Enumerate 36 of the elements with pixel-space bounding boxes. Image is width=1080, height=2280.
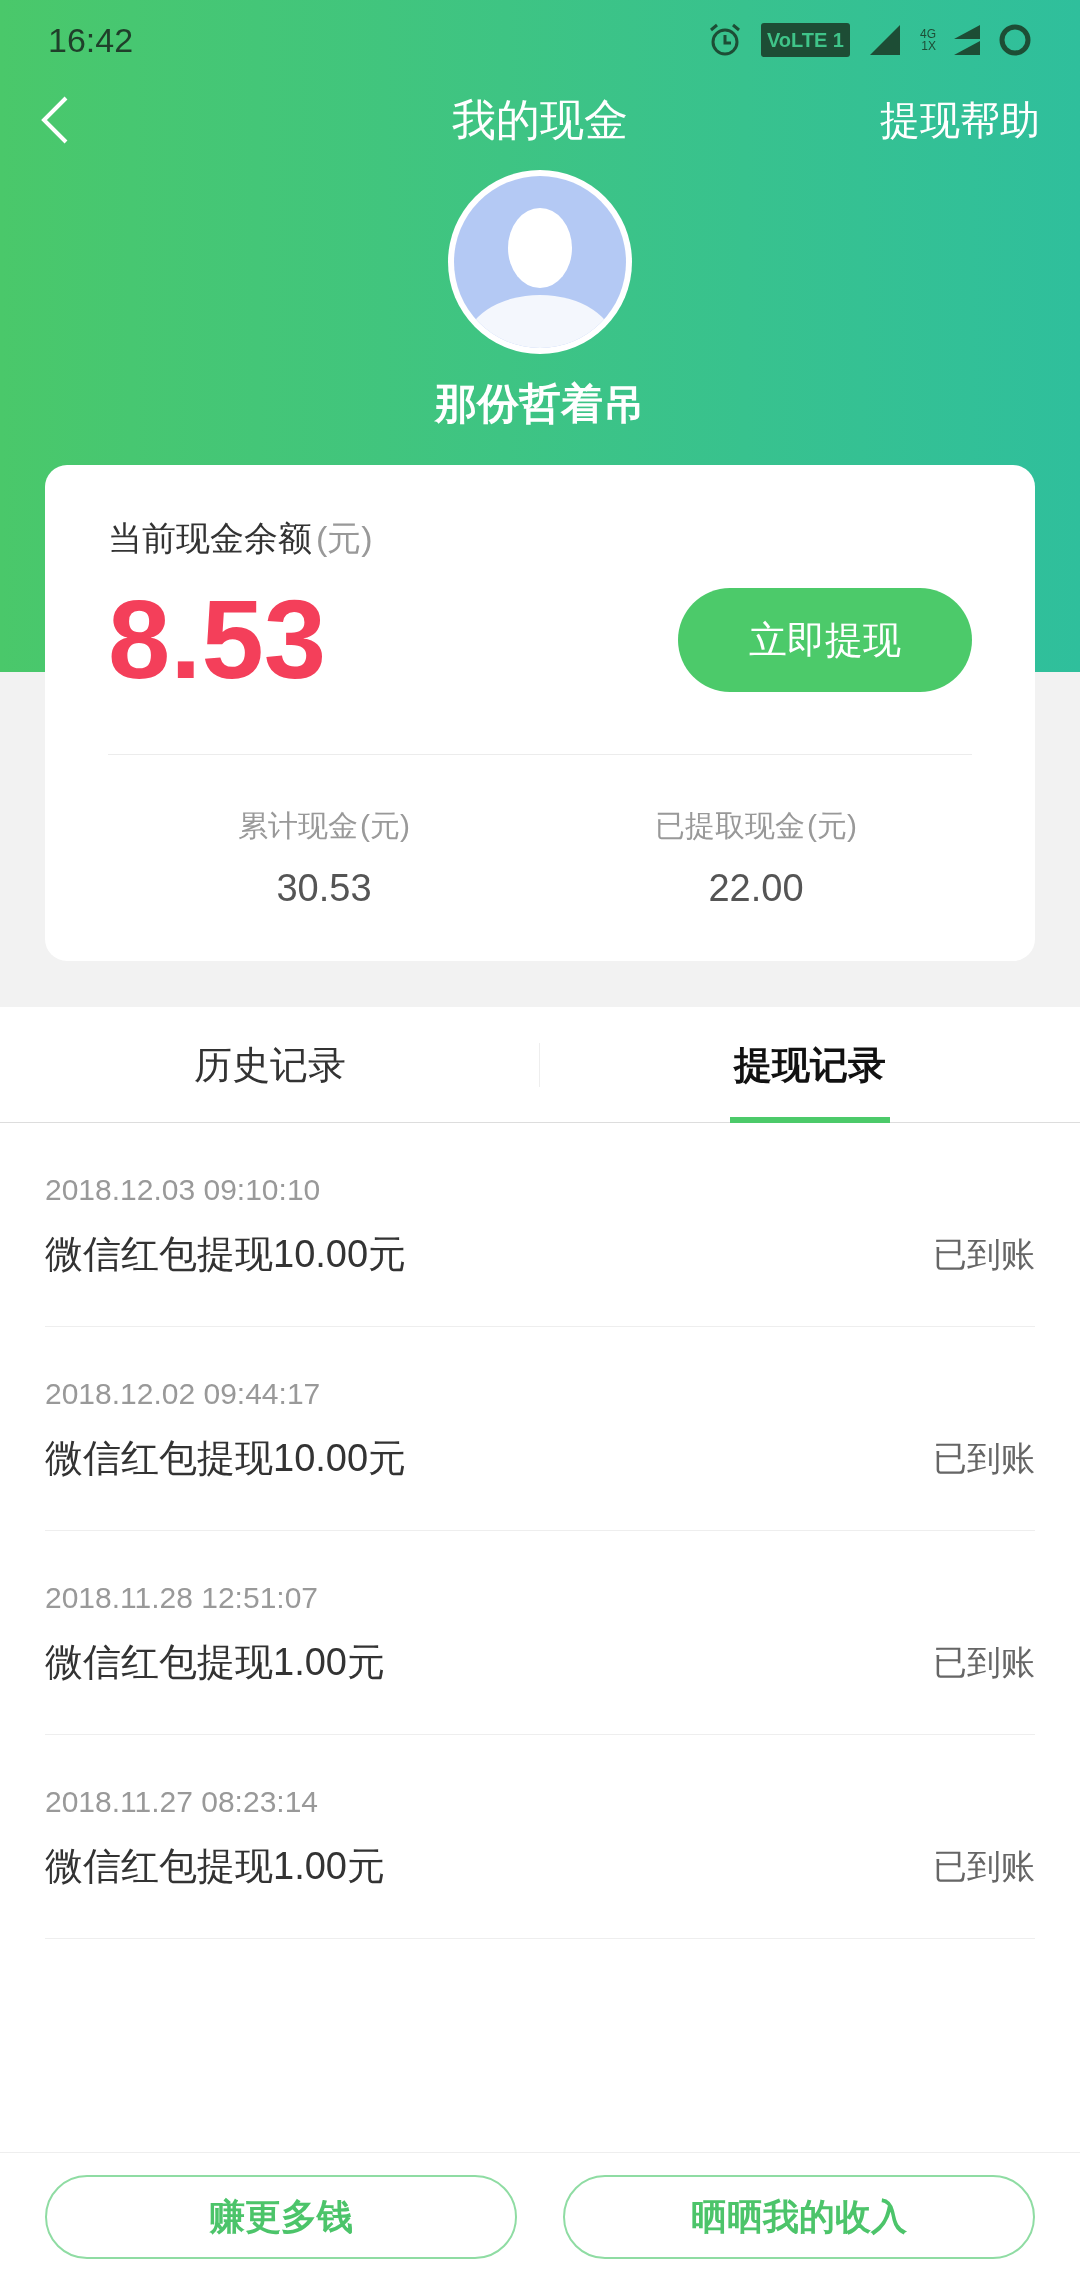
unit-label: (元) — [807, 808, 857, 844]
stat-value: 22.00 — [708, 866, 804, 911]
signal-icon — [954, 25, 980, 55]
withdraw-button[interactable]: 立即提现 — [678, 588, 972, 692]
record-time: 2018.11.28 12:51:07 — [45, 1579, 320, 1616]
stat-label: 已提取现金 — [655, 808, 805, 844]
record-time: 2018.11.27 08:23:14 — [45, 1783, 320, 1820]
signal-icon — [868, 23, 902, 57]
record-title: 微信红包提现10.00元 — [45, 1231, 407, 1277]
record-time: 2018.12.03 09:10:10 — [45, 1171, 322, 1208]
record-time: 2018.12.02 09:44:17 — [45, 1375, 322, 1412]
record-status: 已到账 — [933, 1233, 1035, 1275]
network-label: 1X — [921, 40, 936, 52]
back-icon[interactable] — [40, 95, 70, 145]
balance-label: 当前现金余额 — [108, 518, 312, 559]
stat-label: 累计现金 — [238, 808, 358, 844]
balance-amount: 8.53 — [108, 584, 326, 696]
record-status: 已到账 — [933, 1437, 1035, 1479]
record-status: 已到账 — [933, 1641, 1035, 1683]
record-title: 微信红包提现1.00元 — [45, 1639, 385, 1685]
page-title: 我的现金 — [452, 94, 628, 146]
unit-label: (元) — [316, 518, 373, 559]
unit-label: (元) — [360, 808, 410, 844]
record-title: 微信红包提现10.00元 — [45, 1435, 407, 1481]
user-name: 那份哲着吊 — [435, 379, 645, 429]
action-button[interactable]: 晒晒我的收入 — [563, 2174, 1035, 2259]
status-time: 16:42 — [48, 19, 134, 61]
tab[interactable]: 历史记录 — [190, 1007, 350, 1123]
network-label: 4G — [920, 28, 936, 40]
action-button[interactable]: 赚更多钱 — [45, 2174, 517, 2259]
stat-value: 30.53 — [276, 866, 372, 911]
help-link[interactable]: 提现帮助 — [880, 90, 1040, 150]
record-title: 微信红包提现1.00元 — [45, 1843, 385, 1889]
record-status: 已到账 — [933, 1845, 1035, 1887]
battery-ring-icon — [998, 23, 1032, 57]
volte-badge: VoLTE 1 — [760, 23, 850, 57]
